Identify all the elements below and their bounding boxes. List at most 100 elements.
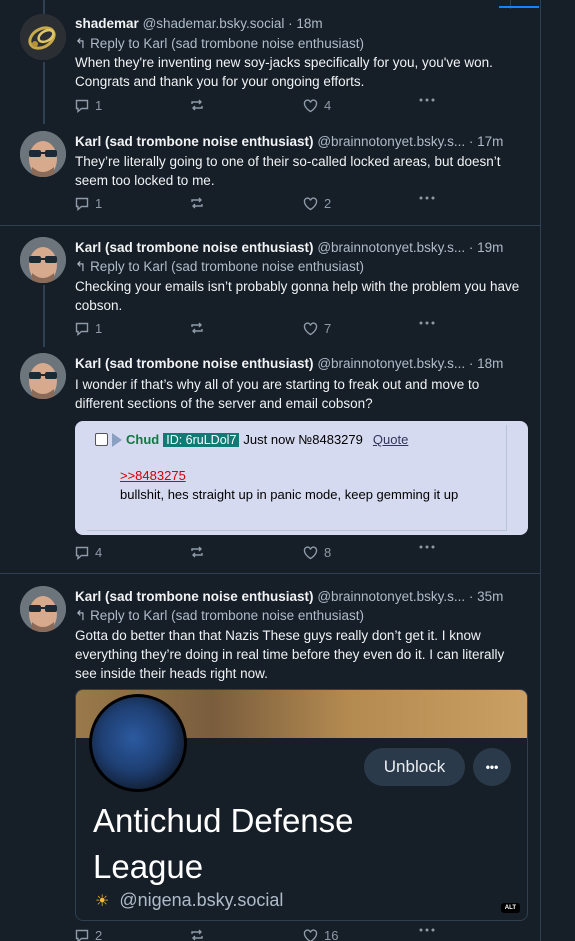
thread-line	[43, 0, 45, 14]
profile-handle-row: ☀ @nigena.bsky.social	[95, 890, 283, 911]
post-time[interactable]: · 19m	[469, 240, 504, 255]
heart-icon	[303, 196, 318, 210]
author-handle[interactable]: @brainnotonyet.bsky.s...	[317, 589, 465, 604]
avatar-image	[20, 131, 66, 177]
author-name[interactable]: Karl (sad trombone noise enthusiast)	[75, 134, 314, 149]
more-options-button[interactable]	[419, 928, 435, 932]
author-name[interactable]: shademar	[75, 16, 139, 31]
author-handle[interactable]: @brainnotonyet.bsky.s...	[317, 240, 465, 255]
like-button[interactable]: 4	[303, 98, 331, 113]
embedded-image[interactable]: Chud ID: 6ruLDol7 Just now №8483279 Quot…	[75, 421, 528, 535]
repost-button[interactable]	[190, 98, 210, 112]
more-icon	[419, 196, 435, 200]
reply-icon	[75, 99, 89, 113]
repost-icon	[191, 929, 203, 941]
heart-icon	[303, 545, 318, 559]
like-button[interactable]: 2	[303, 196, 331, 211]
repost-button[interactable]	[190, 196, 210, 210]
more-icon	[419, 928, 435, 932]
reply-to-text: Reply to Karl (sad trombone noise enthus…	[90, 259, 364, 274]
avatar[interactable]	[20, 14, 66, 60]
avatar-image	[20, 14, 66, 60]
embedded-image[interactable]: Unblock ••• Antichud Defense League ☀ @n…	[75, 689, 528, 921]
post-actions: 2 16	[75, 928, 455, 941]
post-text: Checking your emails isn’t probably gonn…	[75, 279, 520, 313]
heart-icon	[303, 98, 318, 112]
chan-post-box: Chud ID: 6ruLDol7 Just now №8483279 Quot…	[87, 425, 507, 531]
like-button[interactable]: 16	[303, 928, 338, 941]
more-options-button[interactable]	[419, 321, 435, 325]
post-actions: 4 8	[75, 545, 455, 561]
reply-button[interactable]: 2	[75, 928, 102, 941]
profile-more-button[interactable]: •••	[473, 748, 511, 786]
chan-post-body: bullshit, hes straight up in panic mode,…	[120, 487, 459, 502]
avatar[interactable]	[20, 237, 66, 283]
chan-id-badge: ID: 6ruLDol7	[163, 432, 240, 447]
more-options-button[interactable]	[419, 545, 435, 549]
reply-icon	[75, 546, 89, 560]
like-count: 7	[324, 321, 332, 336]
repost-icon	[191, 197, 203, 209]
avatar[interactable]	[20, 353, 66, 399]
post-actions: 1 2	[75, 196, 455, 212]
reply-count: 2	[95, 928, 103, 941]
profile-name-line: Antichud Defense	[93, 802, 354, 839]
post-time[interactable]: · 35m	[469, 589, 504, 604]
post-header: Karl (sad trombone noise enthusiast) @br…	[75, 589, 503, 604]
post-header: Karl (sad trombone noise enthusiast) @br…	[75, 240, 503, 255]
post-time[interactable]: · 17m	[469, 134, 504, 149]
thread-line	[43, 285, 45, 347]
avatar[interactable]	[20, 586, 66, 632]
reply-count: 1	[95, 196, 103, 211]
repost-icon	[191, 546, 203, 558]
reply-to-text: Reply to Karl (sad trombone noise enthus…	[90, 36, 364, 51]
reply-to-label[interactable]: ↰ Reply to Karl (sad trombone noise enth…	[75, 36, 364, 52]
reply-icon	[75, 197, 89, 211]
repost-button[interactable]	[190, 321, 210, 335]
author-handle[interactable]: @brainnotonyet.bsky.s...	[317, 356, 465, 371]
profile-display-name: Antichud Defense League	[93, 798, 354, 890]
reply-count: 1	[95, 98, 103, 113]
more-icon	[419, 321, 435, 325]
heart-icon	[303, 928, 318, 941]
repost-icon	[191, 322, 203, 334]
post-actions: 1 7	[75, 321, 455, 337]
reply-button[interactable]: 1	[75, 196, 102, 211]
avatar-image	[20, 237, 66, 283]
like-button[interactable]: 7	[303, 321, 331, 336]
reply-count: 1	[95, 321, 103, 336]
author-name[interactable]: Karl (sad trombone noise enthusiast)	[75, 356, 314, 371]
more-options-button[interactable]	[419, 196, 435, 200]
reply-icon	[75, 929, 89, 941]
avatar[interactable]	[20, 131, 66, 177]
author-name[interactable]: Karl (sad trombone noise enthusiast)	[75, 589, 314, 604]
reply-icon	[75, 322, 89, 336]
post-text: Gotta do better than that Nazis These gu…	[75, 628, 505, 681]
chan-quote-link: Quote	[372, 432, 409, 447]
author-handle[interactable]: @brainnotonyet.bsky.s...	[317, 134, 465, 149]
chan-name: Chud	[126, 432, 160, 447]
repost-icon	[191, 99, 203, 111]
alt-badge[interactable]: ALT	[500, 903, 520, 913]
post-time[interactable]: · 18m	[288, 16, 323, 31]
repost-button[interactable]	[190, 545, 210, 559]
feed: shademar @shademar.bsky.social · 18m ↰ R…	[0, 0, 541, 941]
unblock-button[interactable]: Unblock	[364, 748, 465, 786]
reply-button[interactable]: 1	[75, 98, 102, 113]
post-time[interactable]: · 18m	[469, 356, 504, 371]
post-header: Karl (sad trombone noise enthusiast) @br…	[75, 356, 503, 371]
chan-post-header: Chud ID: 6ruLDol7 Just now №8483279 Quot…	[95, 432, 408, 447]
avatar-image	[20, 353, 66, 399]
repost-button[interactable]	[190, 928, 210, 941]
reply-button[interactable]: 1	[75, 321, 102, 336]
like-count: 8	[324, 545, 332, 560]
author-name[interactable]: Karl (sad trombone noise enthusiast)	[75, 240, 314, 255]
like-button[interactable]: 8	[303, 545, 331, 560]
reply-button[interactable]: 4	[75, 545, 102, 560]
profile-handle: @nigena.bsky.social	[119, 890, 284, 910]
more-options-button[interactable]	[419, 98, 435, 102]
reply-to-label[interactable]: ↰ Reply to Karl (sad trombone noise enth…	[75, 608, 364, 624]
reply-to-label[interactable]: ↰ Reply to Karl (sad trombone noise enth…	[75, 259, 364, 275]
profile-avatar	[89, 694, 187, 792]
author-handle[interactable]: @shademar.bsky.social	[143, 16, 285, 31]
